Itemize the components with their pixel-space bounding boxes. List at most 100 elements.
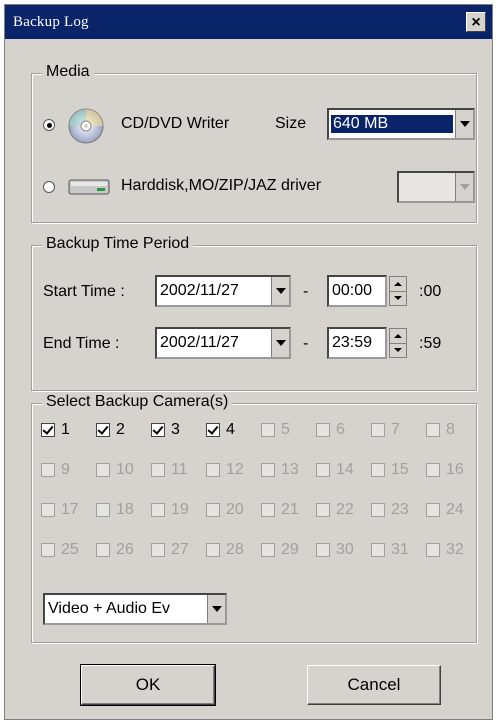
chevron-down-icon[interactable]: [271, 277, 289, 305]
checkbox-box[interactable]: [261, 463, 275, 477]
checkbox-box[interactable]: [316, 463, 330, 477]
checkbox-box[interactable]: [206, 463, 220, 477]
start-time-spinner[interactable]: [389, 276, 407, 306]
camera-checkbox-9[interactable]: 9: [41, 459, 96, 481]
start-time-input[interactable]: 00:00: [327, 275, 387, 307]
checkbox-box[interactable]: [426, 463, 440, 477]
cancel-button[interactable]: Cancel: [307, 665, 441, 705]
camera-checkbox-22[interactable]: 22: [316, 499, 371, 521]
checkbox-box[interactable]: [206, 543, 220, 557]
start-time-value: 00:00: [332, 282, 373, 299]
camera-checkbox-16[interactable]: 16: [426, 459, 481, 481]
end-dash: -: [303, 335, 309, 352]
camera-checkbox-28[interactable]: 28: [206, 539, 261, 561]
camera-checkbox-8[interactable]: 8: [426, 419, 481, 441]
checkbox-box[interactable]: [151, 543, 165, 557]
camera-number-label: 11: [171, 461, 188, 478]
start-seconds: :00: [419, 283, 442, 300]
camera-checkbox-21[interactable]: 21: [261, 499, 316, 521]
camera-checkbox-5[interactable]: 5: [261, 419, 316, 441]
camera-checkbox-6[interactable]: 6: [316, 419, 371, 441]
camera-checkbox-14[interactable]: 14: [316, 459, 371, 481]
spin-down-icon[interactable]: [390, 292, 406, 306]
event-type-select[interactable]: Video + Audio Ev: [43, 593, 227, 625]
checkbox-box[interactable]: [316, 503, 330, 517]
ok-button[interactable]: OK: [80, 664, 216, 706]
checkbox-box[interactable]: [96, 463, 110, 477]
checkbox-box[interactable]: [41, 543, 55, 557]
camera-checkbox-29[interactable]: 29: [261, 539, 316, 561]
checkbox-box[interactable]: [371, 503, 385, 517]
camera-checkbox-13[interactable]: 13: [261, 459, 316, 481]
checkbox-box[interactable]: [206, 503, 220, 517]
camera-checkbox-grid: 1 2 3 4 5 6 7 8 9 10 11 12 13 14 15 16 17 18 19 20 21 22 23 24 2…: [41, 419, 481, 561]
camera-checkbox-1[interactable]: 1: [41, 419, 96, 441]
checkbox-box[interactable]: [96, 543, 110, 557]
camera-number-label: 29: [281, 541, 299, 558]
checkbox-box[interactable]: [261, 543, 275, 557]
size-select[interactable]: 640 MB: [327, 108, 475, 140]
camera-checkbox-31[interactable]: 31: [371, 539, 426, 561]
chevron-down-icon[interactable]: [455, 173, 473, 201]
chevron-down-icon[interactable]: [207, 595, 225, 623]
camera-checkbox-3[interactable]: 3: [151, 419, 206, 441]
camera-checkbox-2[interactable]: 2: [96, 419, 151, 441]
camera-checkbox-18[interactable]: 18: [96, 499, 151, 521]
camera-checkbox-10[interactable]: 10: [96, 459, 151, 481]
camera-checkbox-19[interactable]: 19: [151, 499, 206, 521]
camera-number-label: 19: [171, 501, 189, 518]
checkbox-box[interactable]: [96, 423, 110, 437]
camera-checkbox-11[interactable]: 11: [151, 459, 206, 481]
harddisk-radio[interactable]: [43, 181, 55, 193]
camera-number-label: 18: [116, 501, 134, 518]
cd-icon: [68, 108, 104, 144]
camera-checkbox-7[interactable]: 7: [371, 419, 426, 441]
harddisk-select[interactable]: [397, 171, 475, 203]
camera-checkbox-20[interactable]: 20: [206, 499, 261, 521]
camera-checkbox-23[interactable]: 23: [371, 499, 426, 521]
spin-down-icon[interactable]: [390, 344, 406, 358]
camera-checkbox-17[interactable]: 17: [41, 499, 96, 521]
close-icon[interactable]: ×: [466, 12, 486, 32]
spin-up-icon[interactable]: [390, 329, 406, 344]
spin-up-icon[interactable]: [390, 277, 406, 292]
end-time-label: End Time :: [43, 335, 120, 352]
camera-checkbox-27[interactable]: 27: [151, 539, 206, 561]
harddisk-label: Harddisk,MO/ZIP/JAZ driver: [121, 177, 322, 194]
checkbox-box[interactable]: [151, 463, 165, 477]
camera-checkbox-12[interactable]: 12: [206, 459, 261, 481]
time-period-group: Backup Time Period: [31, 235, 477, 391]
checkbox-box[interactable]: [96, 503, 110, 517]
checkbox-box[interactable]: [426, 503, 440, 517]
checkbox-box[interactable]: [206, 423, 220, 437]
end-time-value: 23:59: [332, 334, 373, 351]
checkbox-box[interactable]: [261, 423, 275, 437]
camera-checkbox-25[interactable]: 25: [41, 539, 96, 561]
checkbox-box[interactable]: [426, 423, 440, 437]
end-time-spinner[interactable]: [389, 328, 407, 358]
checkbox-box[interactable]: [261, 503, 275, 517]
checkbox-box[interactable]: [426, 543, 440, 557]
start-date-select[interactable]: 2002/11/27: [155, 275, 291, 307]
checkbox-box[interactable]: [41, 463, 55, 477]
camera-checkbox-4[interactable]: 4: [206, 419, 261, 441]
camera-checkbox-32[interactable]: 32: [426, 539, 481, 561]
end-time-input[interactable]: 23:59: [327, 327, 387, 359]
checkbox-box[interactable]: [371, 463, 385, 477]
checkbox-box[interactable]: [151, 423, 165, 437]
cd-writer-radio[interactable]: [43, 119, 55, 131]
camera-checkbox-24[interactable]: 24: [426, 499, 481, 521]
checkbox-box[interactable]: [316, 423, 330, 437]
camera-checkbox-15[interactable]: 15: [371, 459, 426, 481]
checkbox-box[interactable]: [41, 503, 55, 517]
checkbox-box[interactable]: [41, 423, 55, 437]
camera-checkbox-30[interactable]: 30: [316, 539, 371, 561]
checkbox-box[interactable]: [316, 543, 330, 557]
checkbox-box[interactable]: [151, 503, 165, 517]
chevron-down-icon[interactable]: [271, 329, 289, 357]
chevron-down-icon[interactable]: [455, 110, 473, 138]
camera-checkbox-26[interactable]: 26: [96, 539, 151, 561]
checkbox-box[interactable]: [371, 543, 385, 557]
end-date-select[interactable]: 2002/11/27: [155, 327, 291, 359]
checkbox-box[interactable]: [371, 423, 385, 437]
